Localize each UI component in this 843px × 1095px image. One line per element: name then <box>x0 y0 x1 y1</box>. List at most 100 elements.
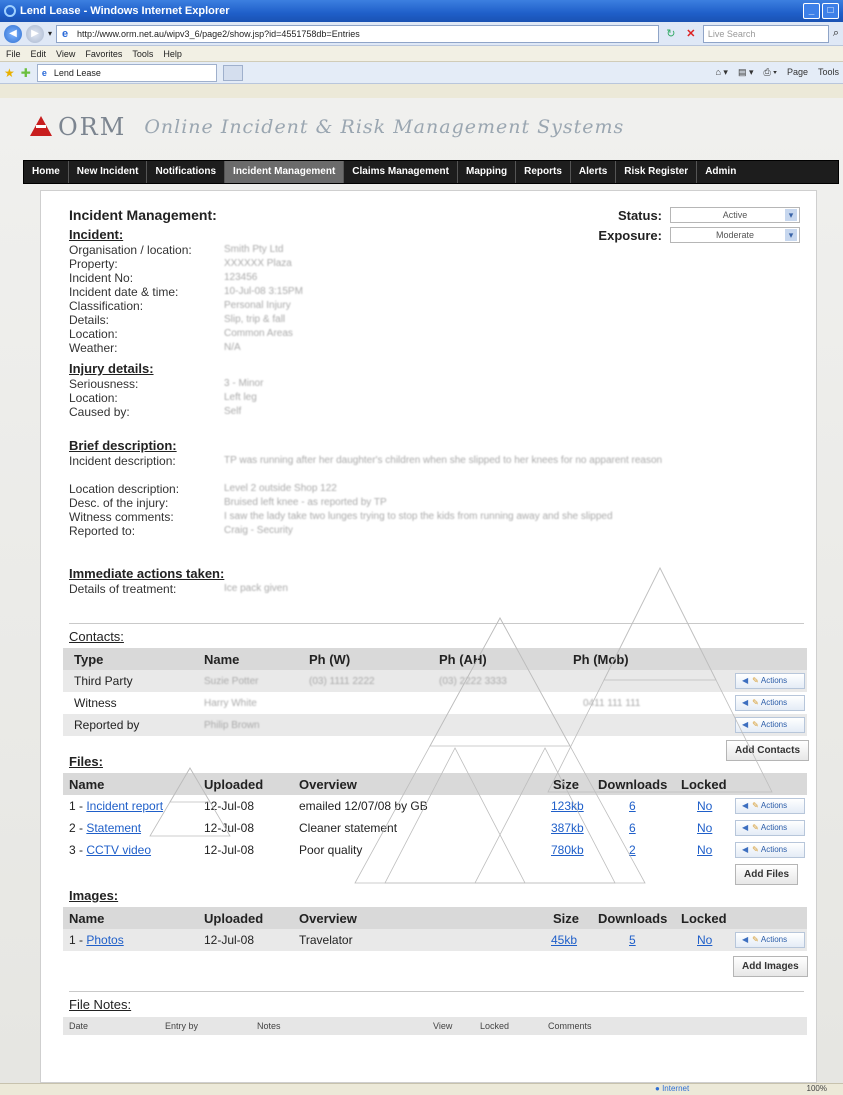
page-menu[interactable]: Page <box>787 67 808 78</box>
file-size-link[interactable]: 123kb <box>551 799 584 813</box>
file-uploaded: 12-Jul-08 <box>204 843 255 857</box>
add-images-button[interactable]: Add Images <box>733 956 808 977</box>
nav-claims-management[interactable]: Claims Management <box>344 161 458 183</box>
injury-section: Injury details: Seriousness: 3 - Minor Lo… <box>69 361 789 419</box>
menu-favorites[interactable]: Favorites <box>85 49 122 59</box>
nav-notifications[interactable]: Notifications <box>147 161 226 183</box>
field-value: Smith Pty Ltd <box>224 244 284 255</box>
actions-button[interactable]: ◀ ✎ Actions <box>735 673 805 689</box>
file-notes-header: Date Entry by Notes View Locked Comments <box>63 1017 807 1035</box>
left-arrow-icon: ◀ <box>742 823 749 832</box>
refresh-icon[interactable]: ↻ <box>663 27 679 40</box>
col-name: Name <box>204 651 240 667</box>
nav-alerts[interactable]: Alerts <box>571 161 617 183</box>
file-downloads-link[interactable]: 6 <box>629 799 636 813</box>
brief-section: Brief description: Incident description:… <box>69 438 789 538</box>
col-downloads: Downloads <box>598 776 668 792</box>
table-row: 2 - Statement 12-Jul-08 Cleaner statemen… <box>63 817 807 839</box>
field-label: Incident No: <box>69 271 134 285</box>
actions-button[interactable]: ◀ ✎ Actions <box>735 842 805 858</box>
nav-admin[interactable]: Admin <box>697 161 744 183</box>
nav-reports[interactable]: Reports <box>516 161 571 183</box>
zoom-level[interactable]: 100% <box>807 1084 827 1093</box>
contact-type: Reported by <box>74 718 140 732</box>
browser-tab[interactable]: Lend Lease <box>36 63 217 82</box>
add-contacts-button[interactable]: Add Contacts <box>726 740 809 761</box>
col-overview: Overview <box>299 910 357 926</box>
title-bar: Lend Lease - Windows Internet Explorer _… <box>0 0 843 22</box>
nav-risk-register[interactable]: Risk Register <box>616 161 698 183</box>
field-label: Classification: <box>69 299 144 313</box>
field-value: N/A <box>224 342 241 353</box>
file-number: 3 - <box>69 843 87 857</box>
nav-home[interactable]: Home <box>24 161 69 183</box>
field-value: 10-Jul-08 3:15PM <box>224 286 303 297</box>
new-tab-button[interactable] <box>222 64 243 81</box>
file-locked-link[interactable]: No <box>697 799 712 813</box>
file-link[interactable]: Statement <box>86 821 141 835</box>
actions-button[interactable]: ◀ ✎ Actions <box>735 932 805 948</box>
incident-section: Incident: Organisation / location: Smith … <box>69 227 789 355</box>
print-icon[interactable]: ⎙ ▾ <box>763 67 776 78</box>
menu-file[interactable]: File <box>6 49 21 59</box>
feeds-icon[interactable]: ▤ ▾ <box>738 67 754 78</box>
contact-name: Harry White <box>204 697 257 709</box>
actions-button[interactable]: ◀ ✎ Actions <box>735 820 805 836</box>
maximize-icon[interactable]: □ <box>822 3 839 19</box>
ie-logo-icon <box>4 5 16 17</box>
search-icon[interactable]: ⌕ <box>833 27 839 40</box>
contact-ph-w: (03) 1111 2222 <box>309 675 375 687</box>
nav-incident-management[interactable]: Incident Management <box>225 161 345 183</box>
orm-logo-icon <box>30 116 52 138</box>
menu-view[interactable]: View <box>56 49 75 59</box>
image-link[interactable]: Photos <box>86 933 123 947</box>
images-heading: Images: <box>69 888 119 903</box>
actions-button[interactable]: ◀ ✎ Actions <box>735 695 805 711</box>
file-size-link[interactable]: 780kb <box>551 843 584 857</box>
col-comments: Comments <box>548 1021 592 1031</box>
search-input[interactable]: Live Search <box>702 24 829 43</box>
home-icon[interactable]: ⌂ ▾ <box>715 67 727 78</box>
nav-new-incident[interactable]: New Incident <box>69 161 148 183</box>
image-locked-link[interactable]: No <box>697 933 712 947</box>
url-field[interactable]: http://www.orm.net.au/wipv3_6/page2/show… <box>56 24 659 43</box>
add-files-button[interactable]: Add Files <box>735 864 799 885</box>
field-value: 3 - Minor <box>224 378 264 389</box>
col-ph-w: Ph (W) <box>309 651 351 667</box>
file-link[interactable]: CCTV video <box>86 843 151 857</box>
actions-button[interactable]: ◀ ✎ Actions <box>735 798 805 814</box>
stop-icon[interactable]: ✕ <box>683 27 699 40</box>
favorites-star-icon[interactable]: ★ <box>4 66 15 80</box>
history-dropdown-icon[interactable]: ▾ <box>48 29 52 38</box>
col-locked: Locked <box>681 910 727 926</box>
file-locked-link[interactable]: No <box>697 843 712 857</box>
image-size-link[interactable]: 45kb <box>551 933 577 947</box>
contact-type: Witness <box>74 696 117 710</box>
file-size-link[interactable]: 387kb <box>551 821 584 835</box>
menu-bar: File Edit View Favorites Tools Help <box>0 46 843 62</box>
file-downloads-link[interactable]: 2 <box>629 843 636 857</box>
add-favorite-icon[interactable]: ✚ <box>21 66 31 80</box>
field-value: XXXXXX Plaza <box>224 258 292 269</box>
file-locked-link[interactable]: No <box>697 821 712 835</box>
field-value: Craig - Security <box>224 525 293 536</box>
back-button[interactable]: ◀ <box>4 24 22 43</box>
status-select[interactable]: Active <box>670 207 800 223</box>
minimize-icon[interactable]: _ <box>803 3 820 19</box>
file-link[interactable]: Incident report <box>86 799 163 813</box>
file-downloads-link[interactable]: 6 <box>629 821 636 835</box>
menu-help[interactable]: Help <box>163 49 182 59</box>
field-label: Location description: <box>69 482 180 496</box>
nav-mapping[interactable]: Mapping <box>458 161 517 183</box>
actions-button[interactable]: ◀ ✎ Actions <box>735 717 805 733</box>
menu-edit[interactable]: Edit <box>31 49 47 59</box>
field-label: Location: <box>69 391 118 405</box>
col-name: Name <box>69 910 105 926</box>
divider <box>69 623 804 624</box>
forward-button[interactable]: ▶ <box>26 24 44 43</box>
tools-menu[interactable]: Tools <box>818 67 839 78</box>
menu-tools[interactable]: Tools <box>132 49 153 59</box>
field-value: I saw the lady take two lunges trying to… <box>224 511 613 522</box>
image-downloads-link[interactable]: 5 <box>629 933 636 947</box>
brand-name: ORM <box>58 113 127 141</box>
